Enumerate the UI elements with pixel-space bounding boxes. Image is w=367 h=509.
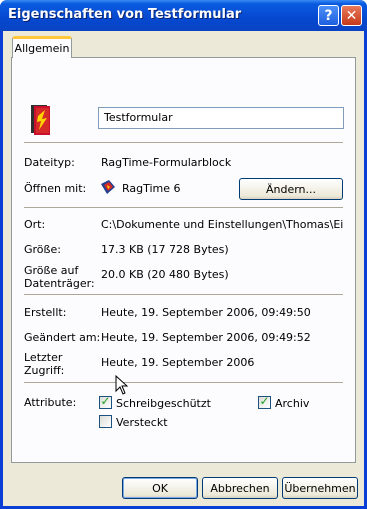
size-value: 17.3 KB (17 728 Bytes) [101, 243, 229, 256]
divider [24, 142, 343, 143]
file-name-field[interactable]: Testformular [98, 107, 344, 129]
window-title: Eigenschaften von Testformular [8, 7, 242, 22]
disk-size-value: 20.0 KB (20 480 Bytes) [101, 268, 229, 281]
cancel-button[interactable]: Abbrechen [202, 477, 278, 499]
divider [24, 207, 343, 208]
divider [24, 382, 343, 383]
apply-button-label: Übernehmen [284, 481, 356, 495]
size-label: Größe: [24, 243, 61, 256]
location-value: C:\Dokumente und Einstellungen\Thomas\Ei… [101, 218, 344, 231]
ragtime-file-icon [31, 105, 50, 135]
accessed-value: Heute, 19. September 2006 [101, 356, 255, 369]
apply-button[interactable]: Übernehmen [282, 477, 358, 499]
ok-button-label: OK [152, 481, 168, 495]
dialog-body: Allgemein Testformular Dateityp: RagTime… [3, 31, 364, 506]
file-type-value: RagTime-Formularblock [101, 156, 232, 169]
title-bar[interactable]: Eigenschaften von Testformular ? ✕ [0, 0, 367, 31]
close-button[interactable]: ✕ [341, 5, 362, 26]
opens-with-label: Öffnen mit: [24, 182, 87, 195]
file-name-value: Testformular [104, 111, 173, 124]
archive-checkbox-label[interactable]: Archiv [275, 397, 309, 410]
mouse-cursor-icon [115, 375, 129, 395]
modified-value: Heute, 19. September 2006, 09:49:52 [101, 331, 311, 344]
created-value: Heute, 19. September 2006, 09:49:50 [101, 306, 311, 319]
properties-window: Eigenschaften von Testformular ? ✕ Allge… [0, 0, 367, 509]
accessed-label-1: Letzter [24, 351, 63, 364]
ragtime-app-icon [101, 180, 115, 194]
disk-size-label-1: Größe auf [24, 264, 79, 277]
help-button[interactable]: ? [318, 5, 339, 26]
ok-button[interactable]: OK [122, 477, 198, 499]
disk-size-label-2: Datenträger: [24, 277, 95, 290]
tab-allgemein[interactable]: Allgemein [12, 36, 72, 58]
attributes-label: Attribute: [24, 396, 77, 409]
accessed-label-2: Zugriff: [24, 364, 65, 377]
cancel-button-label: Abbrechen [210, 481, 270, 495]
file-type-label: Dateityp: [24, 156, 75, 169]
readonly-checkbox-label[interactable]: Schreibgeschützt [116, 397, 211, 410]
hidden-checkbox[interactable] [99, 415, 112, 428]
location-label: Ort: [24, 218, 46, 231]
modified-label: Geändert am: [24, 331, 101, 344]
archive-checkbox[interactable]: ✓ [258, 394, 271, 409]
change-button[interactable]: Ändern... [239, 178, 343, 200]
change-button-label: Ändern... [265, 182, 317, 196]
created-label: Erstellt: [24, 306, 67, 319]
check-icon: ✓ [100, 394, 111, 408]
opens-with-value: RagTime 6 [122, 182, 181, 195]
help-icon: ? [324, 7, 333, 24]
close-icon: ✕ [345, 7, 358, 24]
divider [24, 294, 343, 295]
check-icon: ✓ [259, 394, 270, 408]
general-panel: Testformular Dateityp: RagTime-Formularb… [11, 57, 356, 463]
readonly-checkbox[interactable]: ✓ [99, 394, 112, 409]
hidden-checkbox-label[interactable]: Versteckt [116, 416, 168, 429]
